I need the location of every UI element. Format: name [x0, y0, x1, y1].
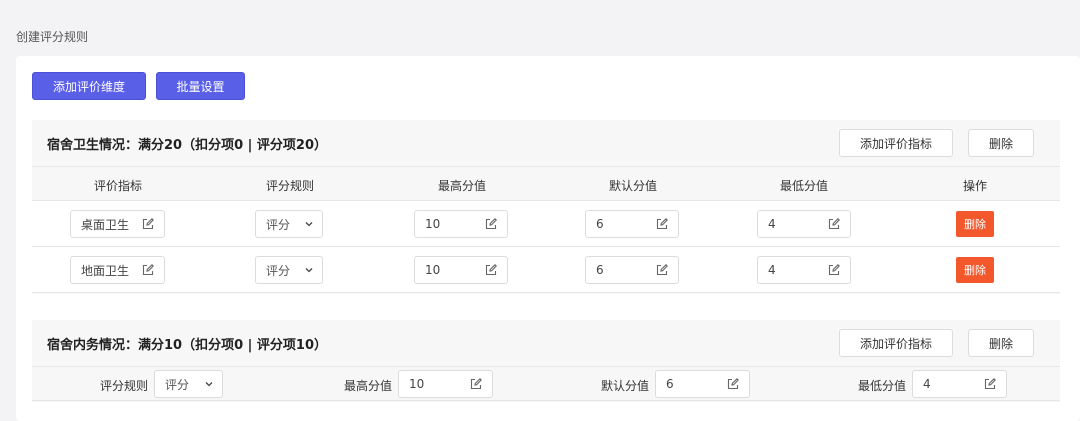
rule-label: 评分规则 [100, 379, 149, 393]
edit-icon[interactable] [656, 264, 668, 276]
min-score-label: 最低分值 [858, 379, 907, 393]
chevron-down-icon [304, 265, 314, 275]
edit-icon[interactable] [656, 218, 668, 230]
section-header: 宿舍内务情况：满分10（扣分项0 | 评分项10） 添加评价指标 删除 [32, 320, 1060, 366]
edit-icon[interactable] [727, 378, 739, 390]
chevron-down-icon [304, 219, 314, 229]
add-indicator-button[interactable]: 添加评价指标 [839, 129, 953, 157]
max-score-field[interactable]: 10 [414, 210, 508, 238]
edit-icon[interactable] [485, 264, 497, 276]
col-rule: 评分规则 [265, 179, 315, 193]
section-settings-row: 评分规则 评分 最高分值 10 默认分值 6 最低分值 4 [32, 366, 1060, 401]
rules-card: 添加评价维度 批量设置 宿舍卫生情况：满分20（扣分项0 | 评分项20） 添加… [16, 56, 1080, 421]
page-title: 创建评分规则 [16, 30, 89, 44]
table-row: 桌面卫生 评分 10 6 4 删除 [32, 201, 1060, 247]
edit-icon[interactable] [142, 264, 154, 276]
table-row: 地面卫生 评分 10 6 4 删除 [32, 247, 1060, 293]
edit-icon[interactable] [828, 218, 840, 230]
min-score-field[interactable]: 4 [757, 256, 851, 284]
default-score-field[interactable]: 6 [585, 256, 679, 284]
delete-row-button[interactable]: 删除 [956, 257, 994, 283]
table-header: 评价指标 评分规则 最高分值 默认分值 最低分值 操作 [32, 166, 1060, 201]
col-min: 最低分值 [779, 179, 829, 193]
default-score-field[interactable]: 6 [655, 370, 750, 398]
batch-settings-button[interactable]: 批量设置 [156, 72, 245, 100]
chevron-down-icon [204, 379, 214, 389]
add-dimension-button[interactable]: 添加评价维度 [32, 72, 146, 100]
section-title: 宿舍卫生情况：满分20（扣分项0 | 评分项20） [47, 138, 328, 153]
rule-select[interactable]: 评分 [154, 370, 223, 398]
max-score-field[interactable]: 10 [414, 256, 508, 284]
delete-section-button[interactable]: 删除 [968, 329, 1034, 357]
rule-select[interactable]: 评分 [255, 210, 323, 238]
section-dorm-hygiene: 宿舍卫生情况：满分20（扣分项0 | 评分项20） 添加评价指标 删除 评价指标… [32, 120, 1060, 294]
edit-icon[interactable] [485, 218, 497, 230]
max-score-label: 最高分值 [344, 379, 393, 393]
section-title: 宿舍内务情况：满分10（扣分项0 | 评分项10） [47, 338, 328, 353]
add-indicator-button[interactable]: 添加评价指标 [839, 329, 953, 357]
indicator-field[interactable]: 桌面卫生 [70, 210, 165, 238]
section-header: 宿舍卫生情况：满分20（扣分项0 | 评分项20） 添加评价指标 删除 [32, 120, 1060, 166]
col-default: 默认分值 [608, 179, 658, 193]
col-action: 操作 [962, 179, 988, 193]
edit-icon[interactable] [984, 378, 996, 390]
default-score-field[interactable]: 6 [585, 210, 679, 238]
min-score-field[interactable]: 4 [912, 370, 1007, 398]
max-score-field[interactable]: 10 [398, 370, 493, 398]
delete-section-button[interactable]: 删除 [968, 129, 1034, 157]
col-max: 最高分值 [437, 179, 487, 193]
rule-select[interactable]: 评分 [255, 256, 323, 284]
edit-icon[interactable] [828, 264, 840, 276]
delete-row-button[interactable]: 删除 [956, 211, 994, 237]
col-indicator: 评价指标 [93, 179, 143, 193]
section-dorm-housekeeping: 宿舍内务情况：满分10（扣分项0 | 评分项10） 添加评价指标 删除 评分规则… [32, 320, 1060, 402]
indicator-field[interactable]: 地面卫生 [70, 256, 165, 284]
default-score-label: 默认分值 [601, 379, 650, 393]
min-score-field[interactable]: 4 [757, 210, 851, 238]
edit-icon[interactable] [142, 218, 154, 230]
edit-icon[interactable] [470, 378, 482, 390]
